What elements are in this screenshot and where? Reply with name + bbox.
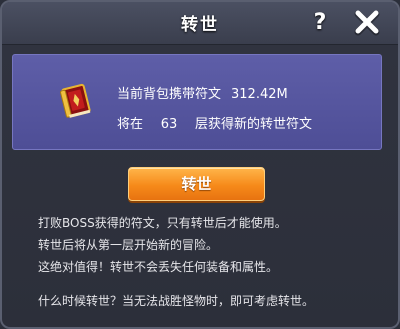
rune-info-panel: 当前背包携带符文 312.42M 将在 63 层获得新的转世符文 xyxy=(12,54,382,150)
carried-runes-line: 当前背包携带符文 312.42M xyxy=(117,83,288,102)
description-line: 打败BOSS获得的符文，只有转世后才能使用。 xyxy=(38,216,287,230)
rebirth-dialog: 转世 ? 当前背包携带符文 312.42M 将在 63 层获得新的转世符文 转世 xyxy=(0,0,400,329)
close-button[interactable] xyxy=(352,9,382,37)
description-line: 这绝对值得！转世不会丢失任何装备和属性。 xyxy=(38,260,279,274)
rebirth-button[interactable]: 转世 xyxy=(128,167,265,201)
dialog-title: 转世 xyxy=(181,15,219,35)
carried-runes-label: 当前背包携带符文 xyxy=(117,87,222,102)
description-line: 什么时候转世？当无法战胜怪物时，即可考虑转世。 xyxy=(38,294,315,308)
help-button[interactable]: ? xyxy=(307,10,333,36)
rebirth-layer-suffix: 层获得新的转世符文 xyxy=(195,117,313,132)
rebirth-layer-prefix: 将在 xyxy=(117,117,144,132)
rebirth-layer-line: 将在 63 层获得新的转世符文 xyxy=(117,113,312,132)
rebirth-layer-value: 63 xyxy=(160,117,178,132)
title-bar: 转世 ? xyxy=(2,2,398,45)
red-book-icon xyxy=(60,83,91,118)
carried-runes-value: 312.42M xyxy=(231,87,288,102)
description-line: 转世后将从第一层开始新的冒险。 xyxy=(38,238,219,252)
close-x-icon xyxy=(354,10,380,36)
